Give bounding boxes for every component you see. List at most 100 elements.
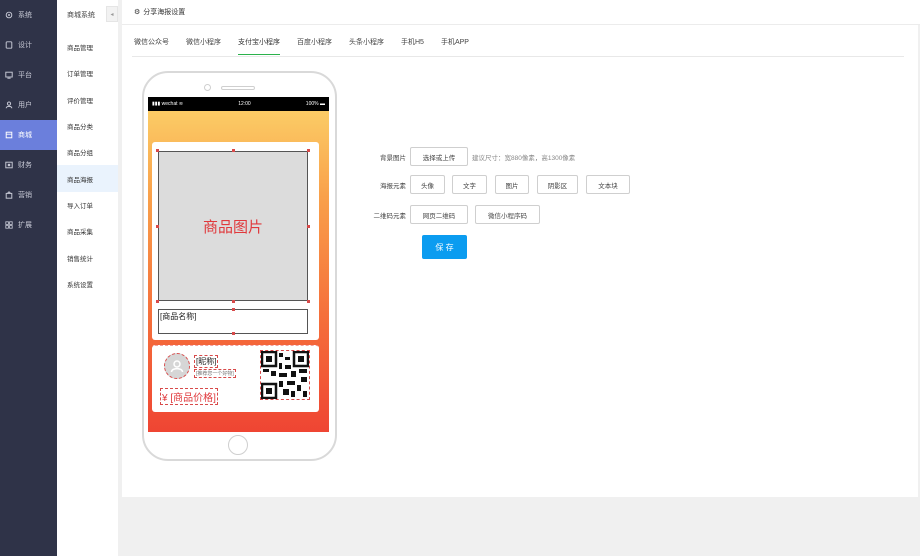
avatar-icon [170, 360, 184, 373]
phone-camera [204, 84, 211, 91]
resize-handle[interactable] [307, 225, 310, 228]
poster-canvas[interactable]: ▮▮▮ wechat ≋ 12:00 100% ▬ 商品图片 [商品名称] [昵… [148, 97, 329, 432]
sidebar-item-label: 营销 [18, 192, 32, 199]
sidebar-item-label: 平台 [18, 72, 32, 79]
battery-icon: ▬ [319, 101, 325, 107]
bg-image-label: 背景图片 [380, 154, 406, 162]
poster-element-price[interactable]: ¥ [商品价格] [160, 388, 218, 405]
submenu-item-order-manage[interactable]: 订单管理 [57, 60, 118, 86]
tab-wechat-official[interactable]: 微信公众号 [134, 37, 169, 55]
sidebar-item-design[interactable]: 设计 [0, 30, 57, 60]
tab-mobile-h5[interactable]: 手机H5 [401, 37, 424, 55]
submenu-item-review-manage[interactable]: 评价管理 [57, 87, 118, 113]
tab-mobile-app[interactable]: 手机APP [441, 37, 469, 55]
bg-image-row: 背景图片 选择或上传 建议尺寸：宽880像素，高1300像素 [366, 147, 575, 166]
resize-handle[interactable] [232, 332, 235, 335]
add-image-button[interactable]: 图片 [495, 175, 529, 194]
sidebar-item-label: 扩展 [18, 222, 32, 229]
settings-icon [4, 10, 14, 20]
poster-elements-label: 海报元素 [380, 182, 406, 190]
resize-handle[interactable] [232, 149, 235, 152]
mall-icon [4, 130, 14, 140]
sidebar-item-label: 设计 [18, 42, 32, 49]
phone-preview: ▮▮▮ wechat ≋ 12:00 100% ▬ 商品图片 [商品名称] [昵… [142, 71, 337, 461]
add-web-qrcode-button[interactable]: 网页二维码 [410, 205, 468, 224]
submenu-item-sales-stats[interactable]: 销售统计 [57, 244, 118, 270]
page-header: ⚙ 分享海报设置 [122, 0, 920, 25]
save-button[interactable]: 保 存 [422, 235, 467, 259]
tab-baidu-miniprogram[interactable]: 百度小程序 [297, 37, 332, 55]
submenu-item-poster[interactable]: 商品海报 [57, 165, 118, 192]
phone-speaker [221, 86, 255, 90]
poster-element-avatar[interactable] [164, 353, 190, 379]
tab-divider [132, 56, 904, 57]
page-title: 分享海报设置 [143, 9, 186, 16]
sidebar-item-platform[interactable]: 平台 [0, 60, 57, 90]
tab-wechat-miniprogram[interactable]: 微信小程序 [186, 37, 221, 55]
submenu-item-category[interactable]: 商品分类 [57, 113, 118, 139]
status-carrier: ▮▮▮ wechat ≋ [152, 101, 184, 107]
wifi-icon: ≋ [178, 101, 184, 107]
tab-toutiao-miniprogram[interactable]: 头条小程序 [349, 37, 384, 55]
sidebar-item-user[interactable]: 用户 [0, 90, 57, 120]
platform-icon [4, 70, 14, 80]
platform-tabs: 微信公众号 微信小程序 支付宝小程序 百度小程序 头条小程序 手机H5 手机AP… [134, 37, 486, 55]
submenu-title: 商城系统 ◂ [57, 0, 118, 30]
poster-element-product-image[interactable]: 商品图片 [158, 151, 308, 301]
mall-submenu: 商城系统 ◂ 商品管理 订单管理 评价管理 商品分类 商品分组 商品海报 导入订… [57, 0, 118, 556]
gear-icon: ⚙ [134, 9, 141, 16]
phone-status-bar: ▮▮▮ wechat ≋ 12:00 100% ▬ [148, 97, 329, 111]
sidebar-item-label: 财务 [18, 162, 32, 169]
add-miniprogram-code-button[interactable]: 微信小程序码 [475, 205, 540, 224]
sidebar-item-label: 用户 [18, 102, 32, 109]
resize-handle[interactable] [232, 308, 235, 311]
submenu-item-import-order[interactable]: 导入订单 [57, 192, 118, 218]
resize-handle[interactable] [156, 300, 159, 303]
resize-handle[interactable] [307, 149, 310, 152]
qrcode-icon [260, 350, 310, 400]
sidebar-item-mall[interactable]: 商城 [0, 120, 57, 150]
main-sidebar: 系统 设计 平台 用户 商城 财务 营销 扩展 [0, 0, 57, 556]
extend-icon [4, 220, 14, 230]
status-battery: 100% ▬ [305, 101, 325, 107]
poster-card-top: 商品图片 [商品名称] [152, 142, 319, 340]
user-icon [4, 100, 14, 110]
tab-alipay-miniprogram[interactable]: 支付宝小程序 [238, 37, 280, 55]
qr-elements-row: 二维码元素 网页二维码 微信小程序码 [366, 205, 540, 224]
add-textblock-button[interactable]: 文本块 [586, 175, 630, 194]
main-panel: 微信公众号 微信小程序 支付宝小程序 百度小程序 头条小程序 手机H5 手机AP… [122, 25, 918, 497]
resize-handle[interactable] [307, 300, 310, 303]
add-text-button[interactable]: 文字 [452, 175, 487, 194]
submenu-item-collect[interactable]: 商品采集 [57, 218, 118, 244]
status-time: 12:00 [238, 101, 251, 107]
sidebar-item-system[interactable]: 系统 [0, 0, 57, 30]
add-avatar-button[interactable]: 头像 [410, 175, 445, 194]
submenu-item-product-manage[interactable]: 商品管理 [57, 34, 118, 60]
sidebar-item-extend[interactable]: 扩展 [0, 210, 57, 240]
poster-card-bottom: [昵称] [推荐您一个好物] ¥ [商品价格] [152, 345, 319, 412]
marketing-icon [4, 190, 14, 200]
poster-element-product-name[interactable]: [商品名称] [158, 309, 308, 334]
add-shadow-button[interactable]: 阴影区 [537, 175, 578, 194]
poster-element-qrcode[interactable] [260, 350, 310, 400]
qr-elements-label: 二维码元素 [373, 212, 407, 220]
finance-icon [4, 160, 14, 170]
chevron-left-icon[interactable]: ◂ [106, 6, 118, 22]
submenu-item-group[interactable]: 商品分组 [57, 139, 118, 165]
resize-handle[interactable] [156, 225, 159, 228]
sidebar-item-label: 商城 [18, 132, 32, 139]
poster-element-tagline[interactable]: [推荐您一个好物] [194, 369, 236, 378]
poster-elements-row: 海报元素 头像 文字 图片 阴影区 文本块 [366, 175, 630, 194]
submenu-item-settings[interactable]: 系统设置 [57, 271, 118, 297]
phone-home-button [228, 435, 248, 455]
sidebar-item-marketing[interactable]: 营销 [0, 180, 57, 210]
upload-bg-button[interactable]: 选择或上传 [410, 147, 468, 166]
design-icon [4, 40, 14, 50]
submenu-title-text: 商城系统 [67, 12, 95, 19]
resize-handle[interactable] [232, 300, 235, 303]
sidebar-item-finance[interactable]: 财务 [0, 150, 57, 180]
sidebar-item-label: 系统 [18, 12, 32, 19]
poster-element-nickname[interactable]: [昵称] [194, 355, 219, 368]
resize-handle[interactable] [156, 149, 159, 152]
signal-icon: ▮▮▮ [152, 101, 161, 107]
